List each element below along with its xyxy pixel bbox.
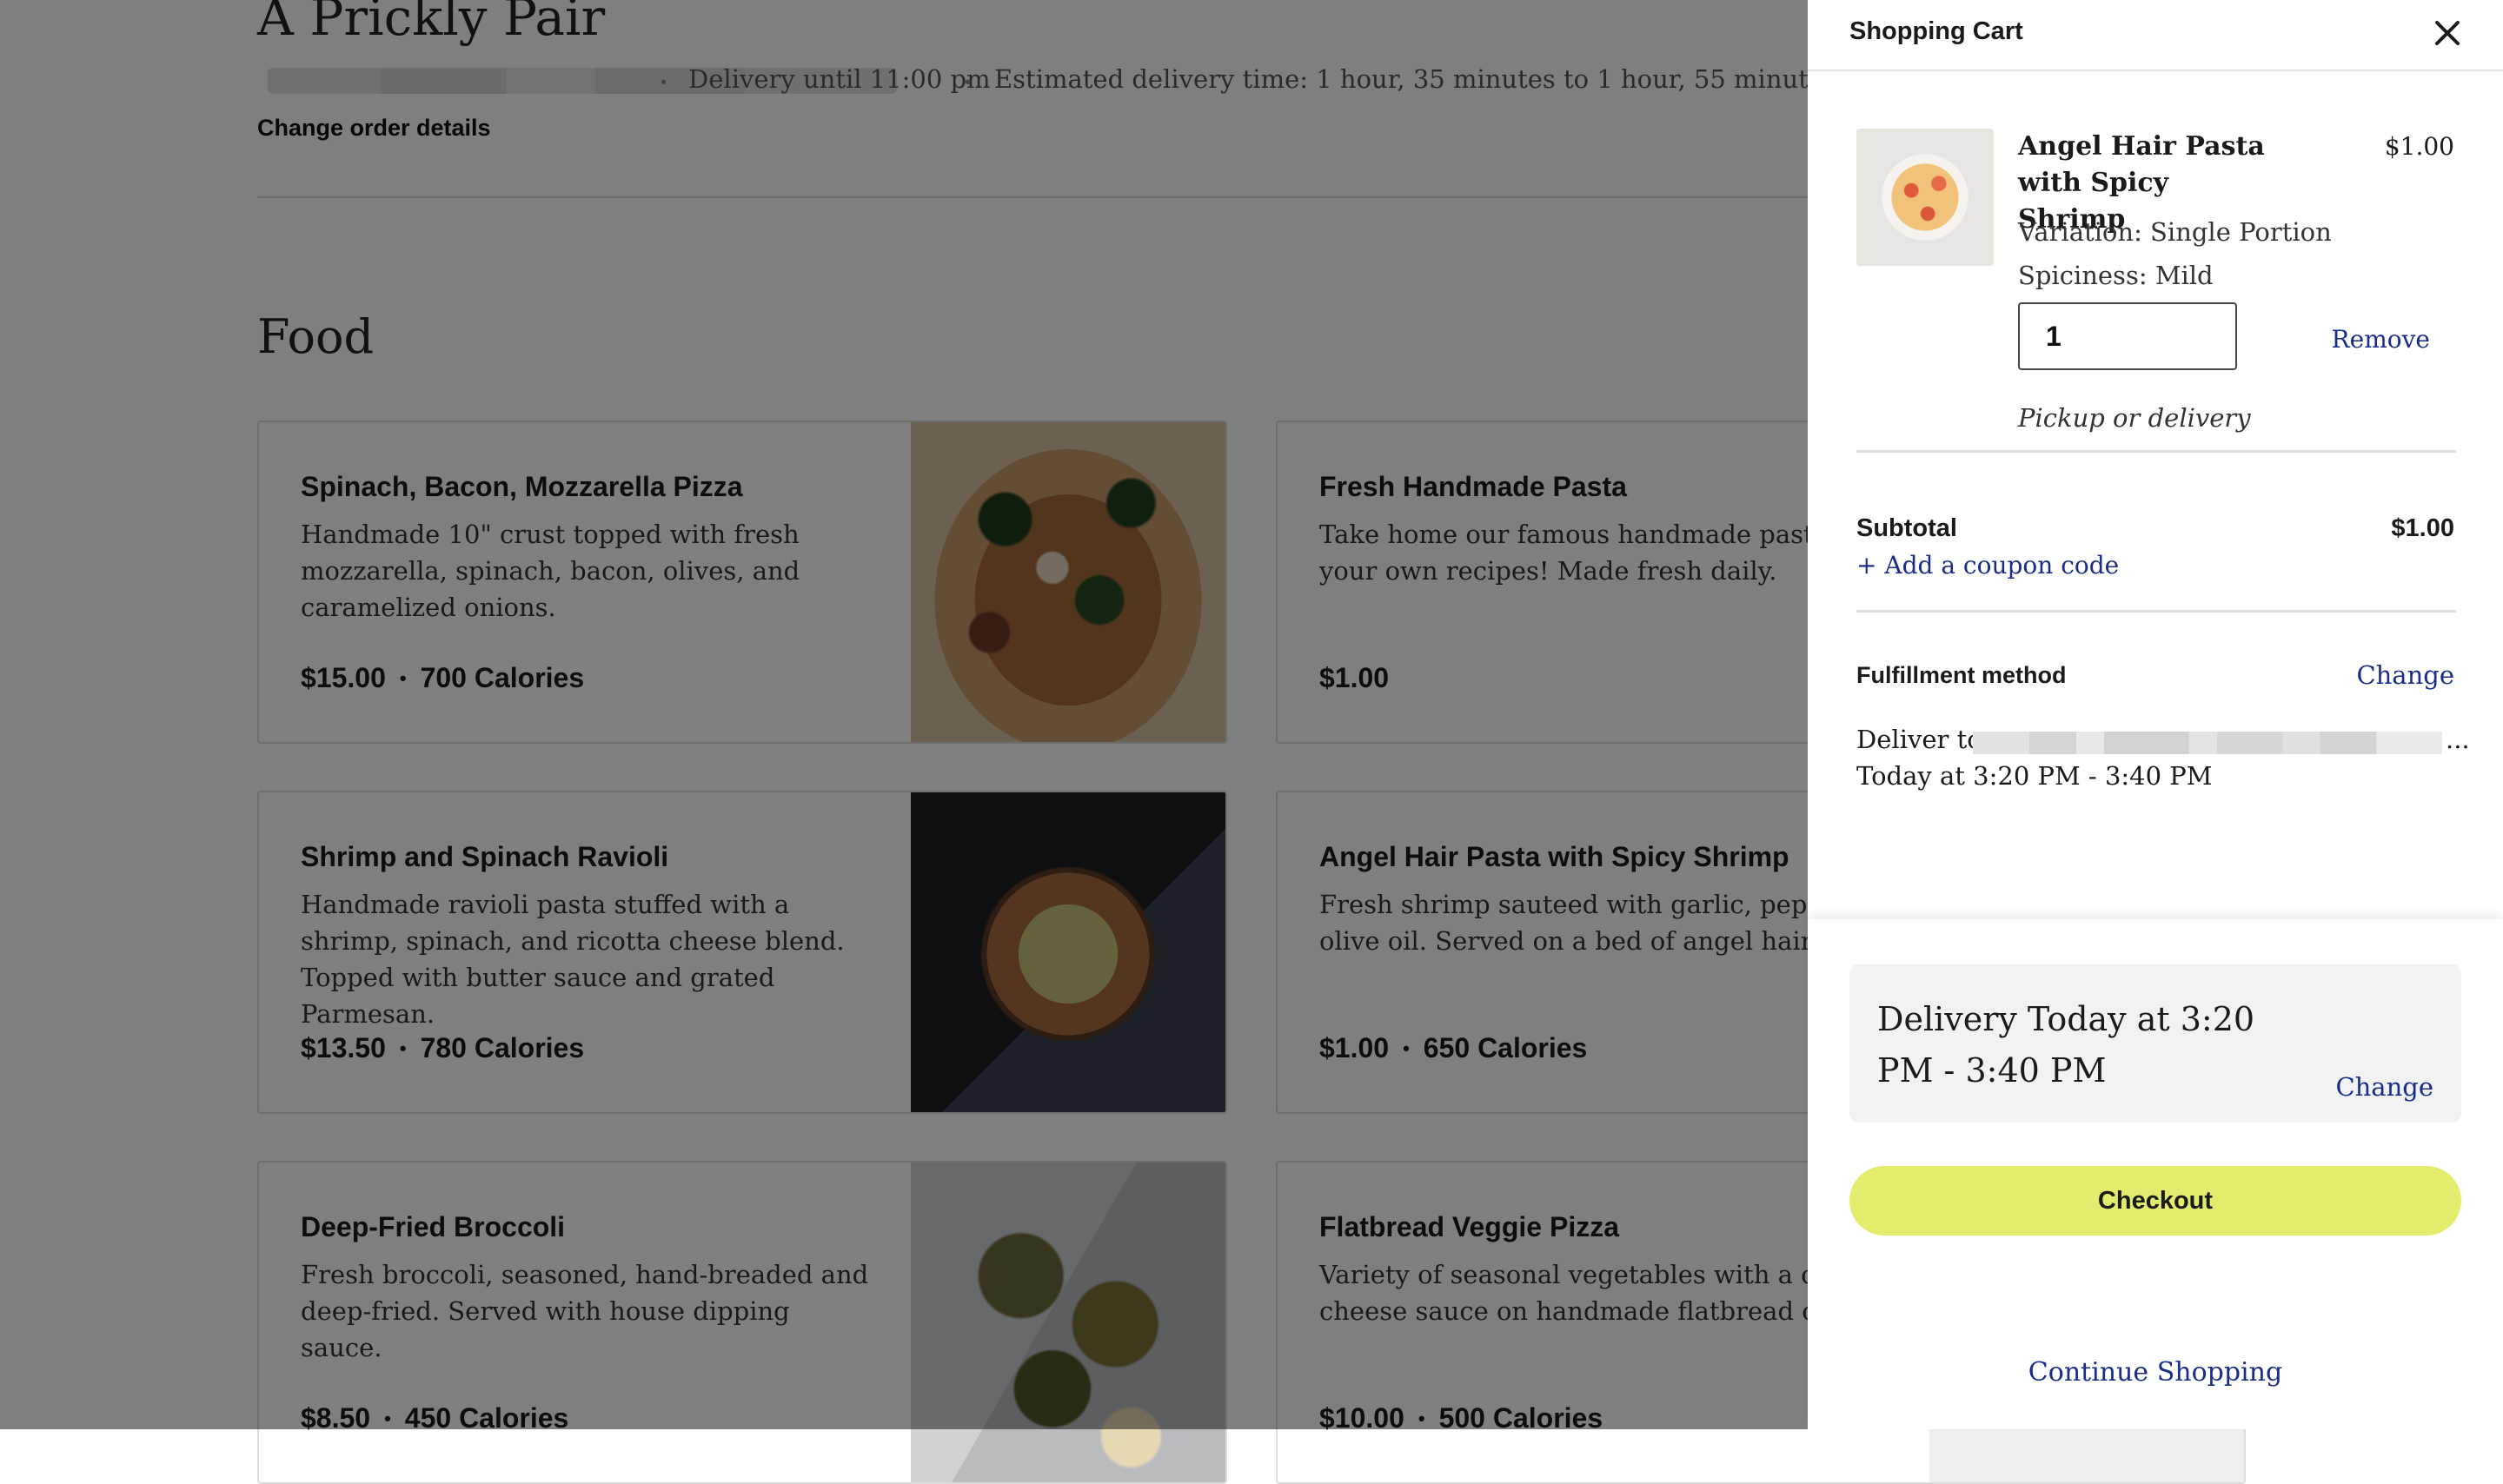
modal-backdrop[interactable]	[0, 0, 1808, 1429]
subtotal-label: Subtotal	[1856, 514, 1957, 542]
subtotal-value: $1.00	[2391, 514, 2454, 542]
redacted-delivery-address	[1973, 732, 2442, 754]
quantity-input[interactable]	[2018, 302, 2237, 370]
cart-title: Shopping Cart	[1849, 17, 2023, 45]
close-icon	[2435, 21, 2460, 45]
divider	[1808, 70, 2503, 71]
continue-shopping-link[interactable]: Continue Shopping	[1808, 1357, 2503, 1388]
cart-item-image	[1856, 129, 1994, 266]
fulfillment-note: Pickup or delivery	[2018, 403, 2251, 433]
add-coupon-link[interactable]: + Add a coupon code	[1856, 551, 2119, 580]
close-cart-button[interactable]	[2430, 16, 2465, 50]
delivery-summary-box: Delivery Today at 3:20 PM - 3:40 PM Chan…	[1849, 964, 2461, 1123]
remove-item-link[interactable]: Remove	[2332, 325, 2430, 354]
cart-footer: Delivery Today at 3:20 PM - 3:40 PM Chan…	[1808, 919, 2503, 1429]
cart-item-spiciness: Spiciness: Mild	[2018, 261, 2214, 290]
divider	[1856, 610, 2456, 613]
delivery-time: Today at 3:20 PM - 3:40 PM	[1856, 761, 2213, 791]
address-ellipsis: ...	[2446, 725, 2470, 754]
delivery-summary-text: Delivery Today at 3:20 PM - 3:40 PM	[1877, 1000, 2255, 1090]
fulfillment-change-link[interactable]: Change	[2356, 660, 2454, 690]
delivery-summary-change-link[interactable]: Change	[2335, 1072, 2433, 1102]
checkout-button[interactable]: Checkout	[1849, 1166, 2461, 1236]
fulfillment-method-label: Fulfillment method	[1856, 662, 2067, 688]
cart-item-variation: Variation: Single Portion	[2018, 217, 2332, 247]
cart-item-price: $1.00	[2384, 132, 2454, 161]
divider	[1856, 450, 2456, 453]
deliver-to-label: Deliver to	[1856, 725, 1982, 754]
shopping-cart-drawer: Shopping Cart Angel Hair Pasta with Spic…	[1808, 0, 2503, 1429]
